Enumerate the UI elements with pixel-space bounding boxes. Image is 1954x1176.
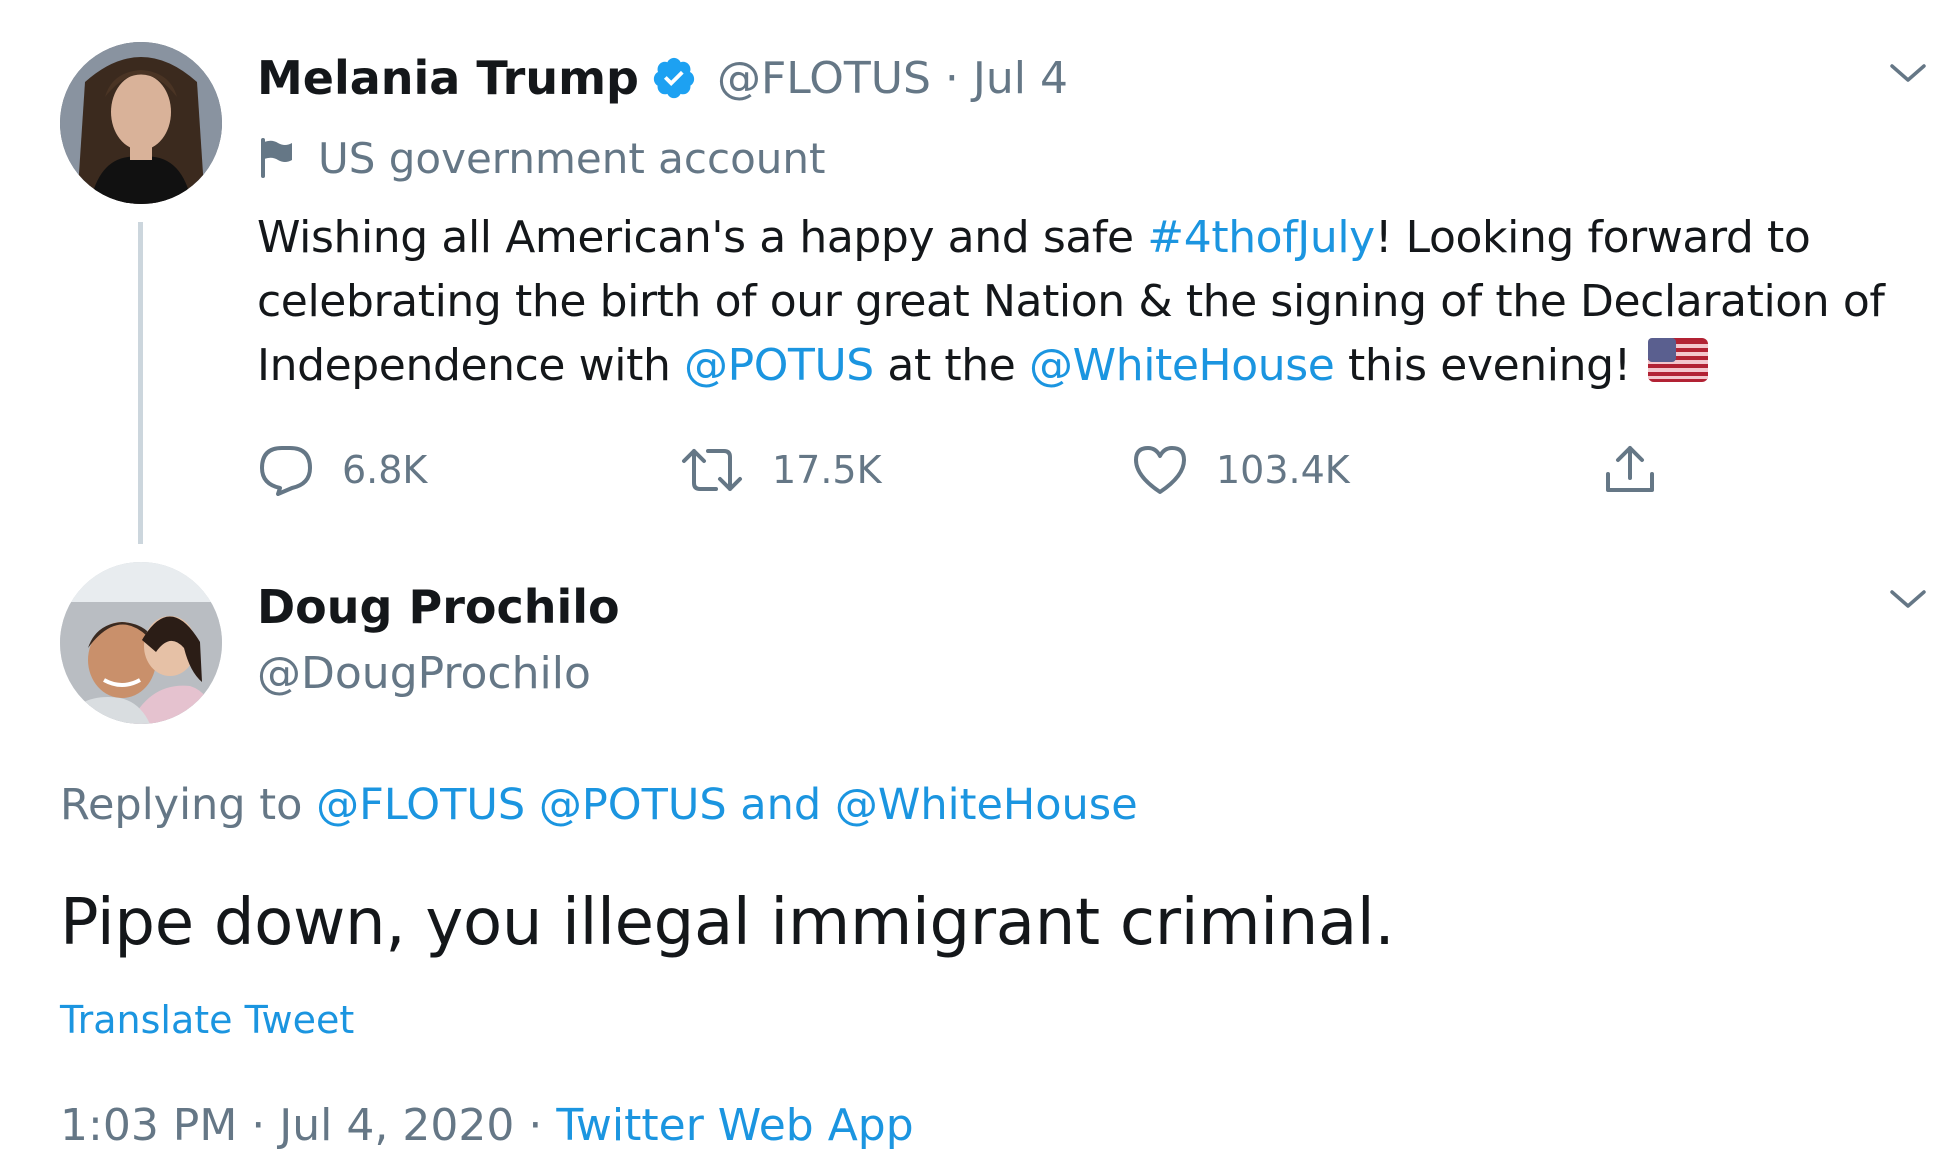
account-label: US government account <box>318 133 826 183</box>
tweet-text-line-3: Independence with @POTUS at the @WhiteHo… <box>257 334 1884 400</box>
tweet-text-line-1: Wishing all American's a happy and safe … <box>257 206 1884 270</box>
mention-link-potus[interactable]: @POTUS <box>684 340 874 391</box>
tweet-date[interactable]: Jul 4 <box>973 53 1068 104</box>
replying-to-flotus[interactable]: @FLOTUS <box>316 780 525 830</box>
thread-connector-line <box>138 222 143 544</box>
reply-date[interactable]: Jul 4, 2020 <box>279 1100 514 1151</box>
flag-icon <box>258 138 296 178</box>
account-label-row: US government account <box>258 130 825 186</box>
tweet-text: Wishing all American's a happy and safe … <box>257 206 1885 400</box>
reply-button[interactable]: 6.8K <box>258 440 427 500</box>
retweet-icon <box>682 449 742 491</box>
timestamp-separator: · <box>528 1100 543 1151</box>
mention-link-whitehouse[interactable]: @WhiteHouse <box>1029 340 1335 391</box>
share-icon <box>1606 446 1654 492</box>
reply-text: Pipe down, you illegal immigrant crimina… <box>60 886 1395 960</box>
reply-author-handle[interactable]: @DougProchilo <box>257 648 591 699</box>
author-handle[interactable]: @FLOTUS <box>717 53 931 104</box>
text-fragment: Wishing all American's a happy and safe <box>257 212 1148 263</box>
replying-to-line: Replying to @FLOTUS @POTUS and @WhiteHou… <box>60 780 1138 830</box>
tweet-header: Melania Trump @FLOTUS · Jul 4 <box>257 46 1068 110</box>
reply-time[interactable]: 1:03 PM <box>60 1100 237 1151</box>
timestamp-separator: · <box>251 1100 266 1151</box>
text-fragment: ! Looking forward to <box>1374 212 1811 263</box>
replying-to-potus[interactable]: @POTUS <box>539 780 727 830</box>
reply-author-name[interactable]: Doug Prochilo <box>257 580 620 634</box>
reply-author-name-text[interactable]: Doug Prochilo <box>257 580 620 634</box>
replying-to-and[interactable]: and <box>740 780 821 830</box>
like-count: 103.4K <box>1216 448 1350 492</box>
text-fragment: at the <box>873 340 1029 391</box>
chevron-down-icon[interactable] <box>1888 584 1928 618</box>
tweet-text-line-2: celebrating the birth of our great Natio… <box>257 276 1885 327</box>
verified-badge-icon <box>651 55 697 101</box>
replying-to-label: Replying to <box>60 780 317 830</box>
header-separator: · <box>944 52 959 104</box>
hashtag-link[interactable]: #4thofJuly <box>1147 212 1375 263</box>
reply-count: 6.8K <box>342 448 428 492</box>
retweet-count: 17.5K <box>772 448 882 492</box>
replying-to-whitehouse[interactable]: @WhiteHouse <box>835 780 1138 830</box>
flag-us-icon <box>1648 336 1709 400</box>
text-fragment: Independence with <box>257 340 685 391</box>
author-name[interactable]: Melania Trump <box>257 51 639 105</box>
like-icon <box>1134 446 1186 494</box>
chevron-down-icon[interactable] <box>1888 58 1928 92</box>
like-button[interactable]: 103.4K <box>1132 440 1350 500</box>
share-button[interactable] <box>1602 440 1686 500</box>
dougprochilo-avatar[interactable] <box>60 562 222 724</box>
flotus-avatar[interactable] <box>60 42 222 204</box>
tweet-source-link[interactable]: Twitter Web App <box>556 1100 913 1151</box>
translate-tweet-link[interactable]: Translate Tweet <box>60 998 354 1042</box>
text-fragment: this evening! <box>1334 340 1645 391</box>
timestamp-line: 1:03 PM · Jul 4, 2020 · Twitter Web App <box>60 1100 914 1151</box>
reply-icon <box>260 446 312 496</box>
retweet-button[interactable]: 17.5K <box>680 440 882 500</box>
